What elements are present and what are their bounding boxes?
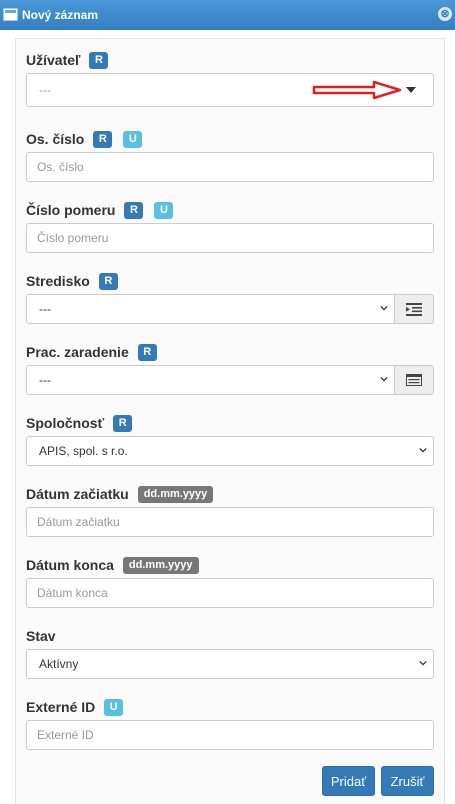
- start-date-placeholder: Dátum začiatku: [37, 515, 120, 529]
- external-id-input[interactable]: Externé ID: [26, 720, 434, 750]
- external-id-placeholder: Externé ID: [37, 728, 94, 742]
- start-date-label: Dátum začiatku dd.mm.yyyy: [26, 484, 214, 504]
- status-label: Stav: [26, 626, 56, 646]
- contract-number-placeholder: Číslo pomeru: [37, 231, 109, 245]
- end-date-placeholder: Dátum konca: [37, 586, 108, 600]
- required-badge: R: [93, 130, 113, 148]
- dialog-title: Nový záznam: [22, 8, 99, 22]
- chevron-down-icon: [419, 660, 427, 666]
- required-badge: R: [113, 414, 133, 432]
- job-position-label-text: Prac. zaradenie: [26, 344, 129, 360]
- job-position-select[interactable]: ---: [26, 365, 395, 395]
- unique-badge: U: [123, 130, 143, 148]
- user-label-text: Užívateľ: [26, 52, 81, 68]
- job-position-value: ---: [39, 373, 51, 387]
- caret-down-icon[interactable]: [406, 87, 416, 93]
- list-table-icon: [406, 374, 422, 386]
- emp-number-input[interactable]: Os. číslo: [26, 152, 434, 182]
- company-value: APIS, spol. s r.o.: [39, 444, 128, 458]
- dialog-titlebar: Nový záznam ⊗: [0, 0, 455, 30]
- company-label-text: Spoločnosť: [26, 415, 105, 431]
- chevron-down-icon: [419, 447, 427, 453]
- contract-number-label: Číslo pomeru R U: [26, 200, 174, 220]
- required-badge: R: [124, 201, 144, 219]
- emp-number-label: Os. číslo R U: [26, 129, 143, 149]
- external-id-label: Externé ID U: [26, 697, 124, 717]
- date-format-badge: dd.mm.yyyy: [137, 485, 214, 503]
- required-badge: R: [137, 343, 157, 361]
- emp-number-placeholder: Os. číslo: [37, 160, 84, 174]
- status-label-text: Stav: [26, 628, 56, 644]
- end-date-input[interactable]: Dátum konca: [26, 578, 434, 608]
- user-select-value: ---: [39, 83, 51, 97]
- end-date-label-text: Dátum konca: [26, 557, 114, 573]
- red-arrow-annotation: [312, 80, 402, 100]
- close-icon[interactable]: ⊗: [438, 7, 452, 21]
- external-id-label-text: Externé ID: [26, 699, 96, 715]
- status-value: Aktívny: [39, 657, 79, 671]
- unique-badge: U: [154, 201, 174, 219]
- cost-center-label-text: Stredisko: [26, 273, 90, 289]
- required-badge: R: [98, 272, 118, 290]
- contract-number-input[interactable]: Číslo pomeru: [26, 223, 434, 253]
- date-format-badge: dd.mm.yyyy: [122, 556, 199, 574]
- start-date-input[interactable]: Dátum začiatku: [26, 507, 434, 537]
- unique-badge: U: [104, 698, 124, 716]
- status-select[interactable]: Aktívny: [26, 649, 434, 679]
- user-label: Užívateľ R: [26, 50, 109, 70]
- company-select[interactable]: APIS, spol. s r.o.: [26, 436, 434, 466]
- contract-number-label-text: Číslo pomeru: [26, 202, 116, 218]
- window-icon: [3, 8, 18, 21]
- cost-center-browse-button[interactable]: [394, 294, 434, 324]
- cost-center-value: ---: [39, 302, 51, 316]
- add-button[interactable]: Pridať: [322, 766, 375, 796]
- emp-number-label-text: Os. číslo: [26, 131, 85, 147]
- company-label: Spoločnosť R: [26, 413, 133, 433]
- cost-center-label: Stredisko R: [26, 271, 118, 291]
- job-position-label: Prac. zaradenie R: [26, 342, 157, 362]
- chevron-down-icon: [380, 305, 388, 311]
- cancel-button[interactable]: Zrušiť: [381, 766, 434, 796]
- end-date-label: Dátum konca dd.mm.yyyy: [26, 555, 199, 575]
- chevron-down-icon: [380, 376, 388, 382]
- cost-center-select[interactable]: ---: [26, 294, 395, 324]
- start-date-label-text: Dátum začiatku: [26, 486, 129, 502]
- job-position-browse-button[interactable]: [394, 365, 434, 395]
- indent-list-icon: [406, 302, 422, 316]
- required-badge: R: [89, 51, 109, 69]
